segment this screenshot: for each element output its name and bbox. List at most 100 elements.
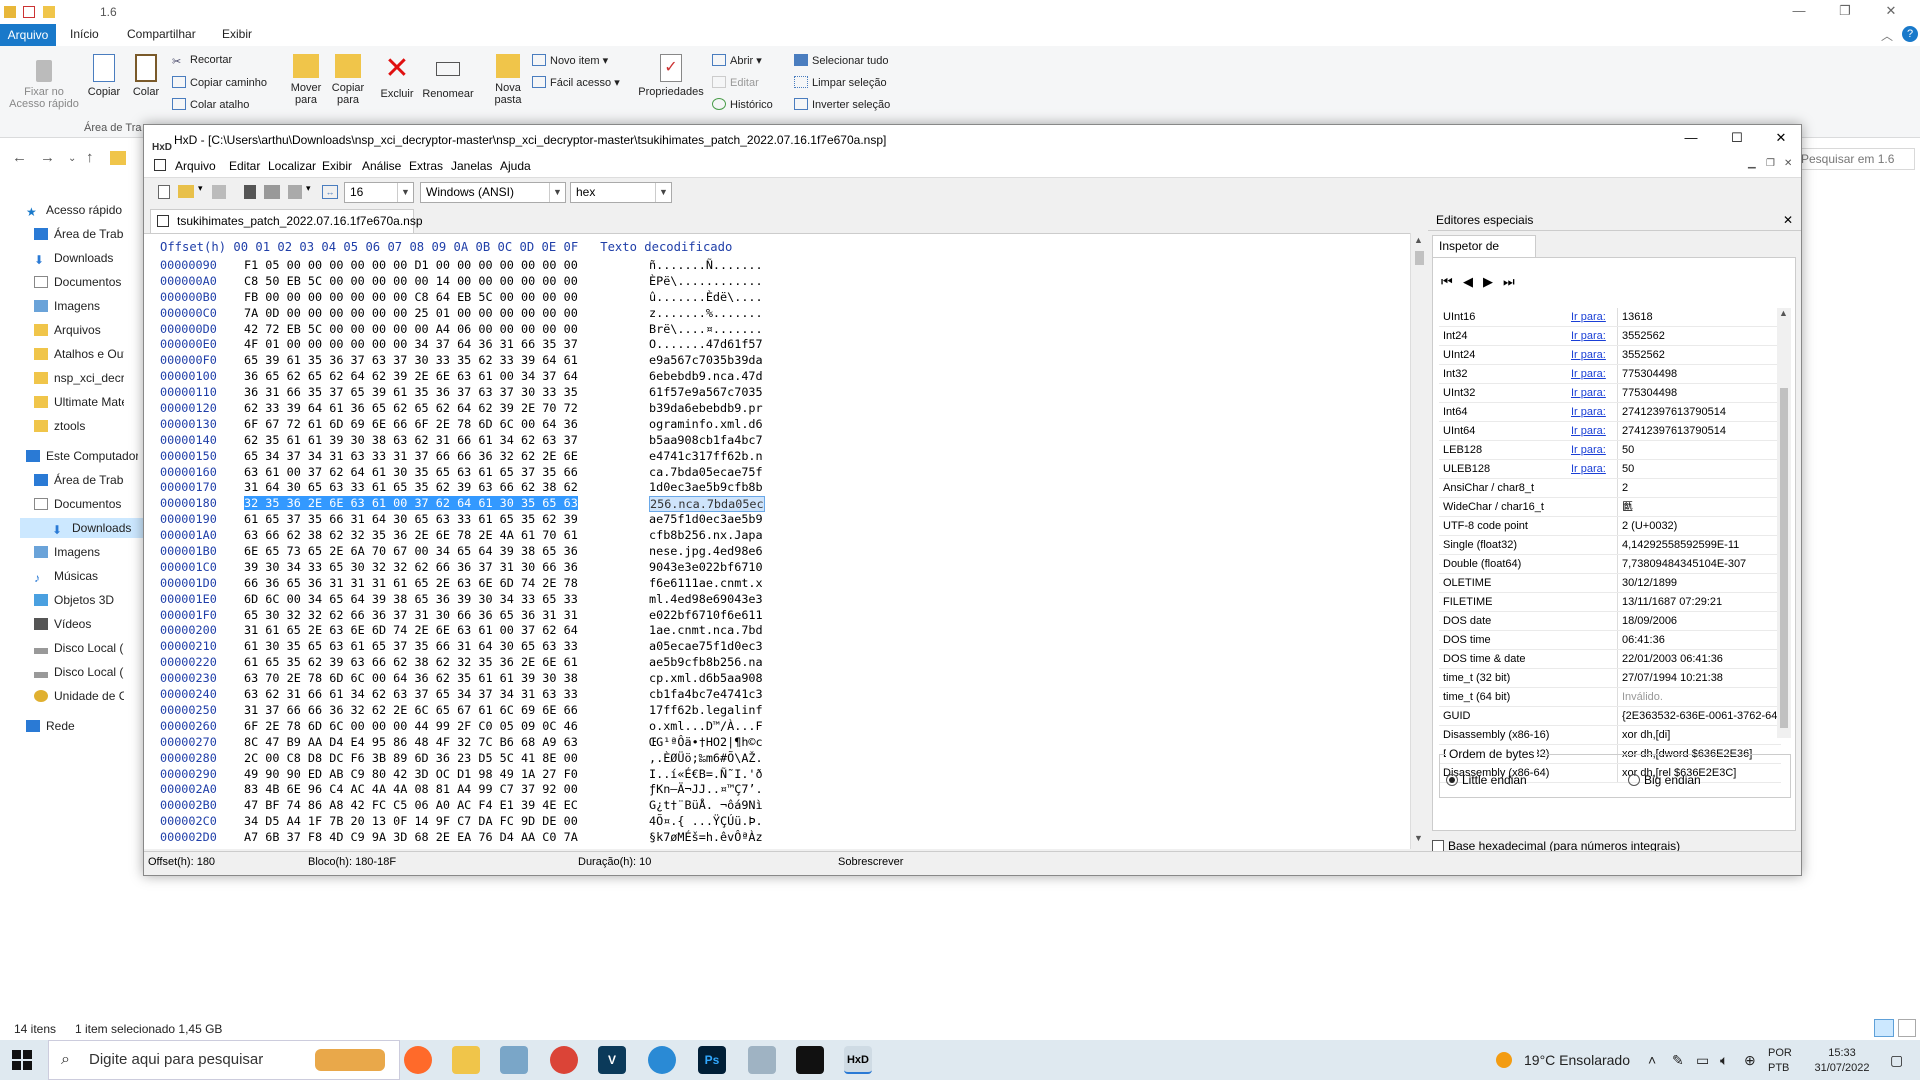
goto-link[interactable]: Ir para: — [1571, 422, 1606, 440]
inspector-value[interactable]: 7,73809484345104E-307 — [1617, 555, 1781, 573]
row-hex-bytes[interactable]: 7A 0D 00 00 00 00 00 00 25 01 00 00 00 0… — [244, 306, 578, 320]
hxd-maximize-button[interactable]: ☐ — [1714, 127, 1760, 151]
row-decoded-text[interactable]: ñ.......Ñ....... — [649, 258, 763, 272]
cut-button[interactable]: ✂ Recortar — [172, 54, 232, 68]
mdi-close-button[interactable]: ✕ — [1784, 158, 1792, 169]
charset-select[interactable]: Windows (ANSI) ▼ — [420, 182, 566, 203]
inspector-row[interactable]: Int32 Ir para: 775304498 — [1439, 365, 1781, 384]
hex-row[interactable]: 000001A0 63 66 62 38 62 32 35 36 2E 6E 78… — [160, 528, 1400, 544]
tab-data-inspector[interactable]: Inspetor de dados — [1432, 235, 1536, 273]
hex-row[interactable]: 00000250 31 37 66 66 36 32 62 2E 6C 65 67… — [160, 703, 1400, 719]
row-hex-bytes[interactable]: F1 05 00 00 00 00 00 00 D1 00 00 00 00 0… — [244, 258, 578, 272]
inspector-row[interactable]: time_t (64 bit) Inválido. — [1439, 688, 1781, 707]
row-decoded-text[interactable]: I..í«É€B=.Ñ˜I.'ð — [649, 767, 763, 781]
taskbar-search-input[interactable]: ⌕ Digite aqui para pesquisar — [48, 1040, 400, 1080]
row-hex-bytes[interactable]: 31 37 66 66 36 32 62 2E 6C 65 67 61 6C 6… — [244, 703, 578, 717]
row-decoded-text[interactable]: ÈPë\............ — [649, 274, 763, 288]
row-decoded-text[interactable]: 61f57e9a567c7035 — [649, 385, 763, 399]
menu-editar[interactable]: Editar — [229, 159, 260, 173]
next-record-icon[interactable]: ▶ — [1483, 274, 1493, 290]
mdi-minimize-button[interactable]: ▁ — [1748, 158, 1756, 169]
hex-row[interactable]: 000000F0 65 39 61 35 36 37 63 37 30 33 35… — [160, 353, 1400, 369]
inspector-row[interactable]: FILETIME 13/11/1687 07:29:21 — [1439, 593, 1781, 612]
row-decoded-text[interactable]: o.xml...D™/À...F — [649, 719, 763, 733]
edge-icon[interactable] — [648, 1046, 676, 1074]
goto-link[interactable]: Ir para: — [1571, 346, 1606, 364]
scroll-down-icon[interactable]: ▼ — [1414, 833, 1423, 843]
hex-vertical-scrollbar[interactable]: ▲ ▼ — [1410, 233, 1428, 849]
panel-close-icon[interactable]: ✕ — [1783, 209, 1793, 231]
last-record-icon[interactable]: ⏭ — [1503, 274, 1515, 290]
row-hex-bytes[interactable]: C8 50 EB 5C 00 00 00 00 00 14 00 00 00 0… — [244, 274, 578, 288]
network-icon[interactable]: ▭ — [1696, 1040, 1709, 1080]
inspector-row[interactable]: Single (float32) 4,14292558592599E-11 — [1439, 536, 1781, 555]
hex-row[interactable]: 00000220 61 65 35 62 39 63 66 62 38 62 32… — [160, 655, 1400, 671]
hex-row[interactable]: 000002A0 83 4B 6E 96 C4 AC 4A 4A 08 81 A4… — [160, 782, 1400, 798]
forward-icon[interactable]: → — [40, 149, 55, 166]
row-decoded-text[interactable]: û.......Èdë\.... — [649, 290, 763, 304]
hex-row[interactable]: 00000140 62 35 61 61 39 30 38 63 62 31 66… — [160, 433, 1400, 449]
goto-link[interactable]: Ir para: — [1571, 327, 1606, 345]
inspector-value[interactable]: 2 (U+0032) — [1617, 517, 1781, 535]
new-file-icon[interactable] — [158, 185, 170, 199]
row-decoded-text[interactable]: cb1fa4bc7e4741c3 — [649, 687, 763, 701]
nav-quick-access[interactable]: ★ Acesso rápido — [26, 200, 138, 220]
nav-this-pc[interactable]: Este Computador — [26, 446, 138, 466]
row-hex-bytes[interactable]: 8C 47 B9 AA D4 E4 95 86 48 4F 32 7C B6 6… — [244, 735, 578, 749]
nav-item-documents[interactable]: Documentos — [34, 272, 124, 292]
new-folder-button[interactable]: Nova pasta — [488, 54, 528, 106]
row-hex-bytes[interactable]: 65 34 37 34 31 63 33 31 37 66 66 36 32 6… — [244, 449, 578, 463]
row-hex-bytes[interactable]: 63 61 00 37 62 64 61 30 35 65 63 61 65 3… — [244, 465, 578, 479]
inspector-row[interactable]: UInt32 Ir para: 775304498 — [1439, 384, 1781, 403]
hex-row[interactable]: 00000230 63 70 2E 78 6D 6C 00 64 36 62 35… — [160, 671, 1400, 687]
close-button[interactable]: ✕ — [1868, 0, 1914, 24]
hex-row[interactable]: 000001B0 6E 65 73 65 2E 6A 70 67 00 34 65… — [160, 544, 1400, 560]
first-record-icon[interactable]: ⏮ — [1441, 274, 1453, 290]
copy-to-button[interactable]: Copiar para — [328, 54, 368, 106]
photoshop-icon[interactable]: Ps — [698, 1046, 726, 1074]
inspector-row[interactable]: AnsiChar / char8_t 2 — [1439, 479, 1781, 498]
row-hex-bytes[interactable]: 62 35 61 61 39 30 38 63 62 31 66 61 34 6… — [244, 433, 578, 447]
chevron-up-icon[interactable]: ˄ — [1648, 1040, 1656, 1080]
nav-pc-pictures[interactable]: Imagens — [34, 542, 124, 562]
row-decoded-text[interactable]: 256.nca.7bda05ec — [649, 496, 765, 513]
hex-row[interactable]: 000000D0 42 72 EB 5C 00 00 00 00 00 A4 06… — [160, 322, 1400, 338]
row-decoded-text[interactable]: 9043e3e022bf6710 — [649, 560, 763, 574]
hex-row[interactable]: 00000120 62 33 39 64 61 36 65 62 65 62 64… — [160, 401, 1400, 417]
chrome-icon[interactable] — [550, 1046, 578, 1074]
weather-text[interactable]: 19°C Ensolarado — [1524, 1040, 1630, 1080]
row-decoded-text[interactable]: ŒG¹ªÔä•†HO2|¶h©c — [649, 735, 763, 749]
inspector-value[interactable]: Inválido. — [1617, 688, 1781, 706]
new-item-button[interactable]: Novo item ▾ — [532, 54, 608, 67]
goto-link[interactable]: Ir para: — [1571, 460, 1606, 478]
menu-janelas[interactable]: Janelas — [451, 159, 492, 173]
inspector-value[interactable]: 㔲 — [1617, 498, 1781, 516]
row-hex-bytes[interactable]: 6F 2E 78 6D 6C 00 00 00 44 99 2F C0 05 0… — [244, 719, 578, 733]
easy-access-button[interactable]: Fácil acesso ▾ — [532, 76, 620, 89]
help-icon[interactable]: ? — [1902, 26, 1918, 42]
row-hex-bytes[interactable]: 4F 01 00 00 00 00 00 00 34 37 64 36 31 6… — [244, 337, 578, 351]
inspector-grid[interactable]: UInt16 Ir para: 13618 Int24 Ir para: 3552562 U… — [1439, 308, 1781, 783]
row-hex-bytes[interactable]: 6E 65 73 65 2E 6A 70 67 00 34 65 64 39 3… — [244, 544, 578, 558]
address-folder-icon[interactable] — [110, 151, 126, 165]
menu-exibir[interactable]: Exibir — [322, 159, 352, 173]
file-tab[interactable]: tsukihimates_patch_2022.07.16.1f7e670a.n… — [150, 209, 423, 233]
inspector-row[interactable]: ULEB128 Ir para: 50 — [1439, 460, 1781, 479]
hex-row[interactable]: 000001C0 39 30 34 33 65 30 32 32 62 66 36… — [160, 560, 1400, 576]
row-hex-bytes[interactable]: 61 65 37 35 66 31 64 30 65 63 33 61 65 3… — [244, 512, 578, 526]
hex-row[interactable]: 00000270 8C 47 B9 AA D4 E4 95 86 48 4F 32… — [160, 735, 1400, 751]
invert-selection-button[interactable]: Inverter seleção — [794, 98, 890, 111]
clock-date[interactable]: 31/07/2022 — [1812, 1048, 1872, 1088]
inspector-row[interactable]: UInt64 Ir para: 27412397613790514 — [1439, 422, 1781, 441]
row-decoded-text[interactable]: e022bf6710f6e611 — [649, 608, 763, 622]
inspector-value[interactable]: 775304498 — [1617, 384, 1781, 402]
mdi-restore-button[interactable]: ❐ — [1766, 158, 1775, 169]
row-decoded-text[interactable]: a05ecae75f1d0ec3 — [649, 639, 763, 653]
row-decoded-text[interactable]: e4741c317ff62b.n — [649, 449, 763, 463]
offset-base-select[interactable]: hex ▼ — [570, 182, 672, 203]
pin-button[interactable]: Fixar no Acesso rápido — [8, 56, 80, 110]
scroll-thumb[interactable] — [1780, 388, 1788, 728]
hex-row[interactable]: 00000240 63 62 31 66 61 34 62 63 37 65 34… — [160, 687, 1400, 703]
properties-icon[interactable] — [23, 6, 36, 18]
menu-extras[interactable]: Extras — [409, 159, 443, 173]
